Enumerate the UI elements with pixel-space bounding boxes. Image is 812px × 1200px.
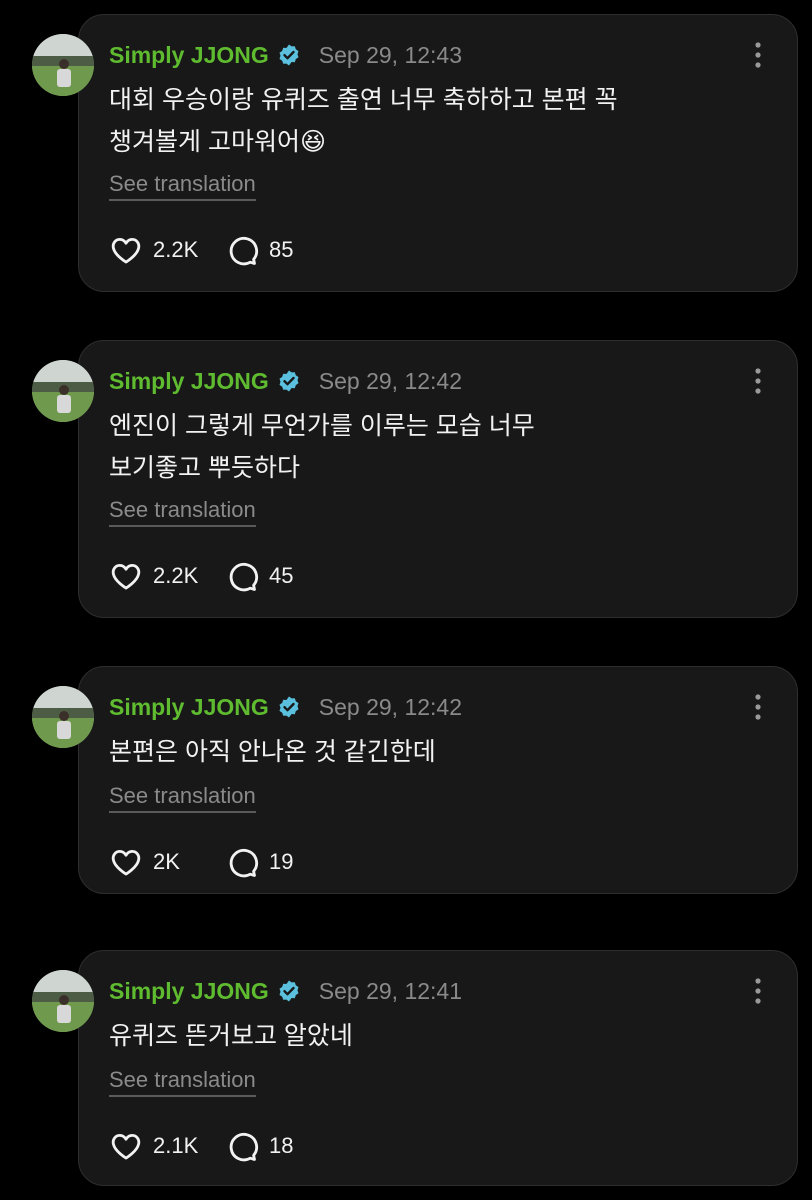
comment-bubble-icon [229, 562, 259, 592]
post-header: Simply JJONG Sep 29, 12:42 [109, 365, 462, 397]
verified-badge-icon [277, 979, 301, 1003]
post-header: Simply JJONG Sep 29, 12:42 [109, 691, 462, 723]
post-header: Simply JJONG Sep 29, 12:41 [109, 975, 462, 1007]
like-count: 2K [153, 849, 180, 874]
post: Simply JJONG Sep 29, 12:42 엔진이 그렇게 무언가를 … [0, 340, 812, 618]
comment-bubble-icon [229, 236, 259, 266]
reply-count: 85 [269, 237, 294, 262]
post-text: 본편은 아직 안나온 것 같긴한데 [109, 738, 436, 766]
post-actions: 2.2K 85 [109, 233, 293, 267]
post-text: 대회 우승이랑 유퀴즈 출연 너무 축하하고 본편 꼭 챙겨볼게 고마워어😆 [109, 86, 618, 156]
heart-icon [111, 237, 141, 264]
verified-badge-icon [277, 695, 301, 719]
reply-count: 45 [269, 563, 294, 588]
reply-button[interactable]: 18 [225, 1129, 293, 1163]
heart-icon [111, 1133, 141, 1160]
reply-count: 19 [269, 849, 294, 874]
heart-icon [111, 563, 141, 590]
author-name[interactable]: Simply JJONG [109, 368, 269, 395]
post-timestamp: Sep 29, 12:42 [318, 693, 463, 720]
reply-count: 18 [269, 1133, 294, 1158]
post-text: 유퀴즈 뜬거보고 알았네 [109, 1022, 353, 1050]
reply-button[interactable]: 45 [225, 559, 293, 593]
post-card[interactable]: Simply JJONG Sep 29, 12:42 본편은 아직 안나온 것 … [78, 666, 798, 894]
like-button[interactable]: 2.2K [109, 233, 205, 267]
post: Simply JJONG Sep 29, 12:41 유퀴즈 뜬거보고 알았네 … [0, 950, 812, 1186]
post-card[interactable]: Simply JJONG Sep 29, 12:41 유퀴즈 뜬거보고 알았네 … [78, 950, 798, 1186]
author-name[interactable]: Simply JJONG [109, 694, 269, 721]
post-card[interactable]: Simply JJONG Sep 29, 12:43 대회 우승이랑 유퀴즈 출… [78, 14, 798, 292]
post-actions: 2K 19 [109, 845, 293, 879]
like-button[interactable]: 2K [109, 845, 205, 879]
like-count: 2.1K [153, 1133, 199, 1158]
author-avatar[interactable] [32, 686, 94, 748]
like-count: 2.2K [153, 563, 199, 588]
post-timestamp: Sep 29, 12:43 [318, 41, 463, 68]
post: Simply JJONG Sep 29, 12:43 대회 우승이랑 유퀴즈 출… [0, 14, 812, 292]
more-options-icon[interactable] [753, 41, 763, 69]
post-card[interactable]: Simply JJONG Sep 29, 12:42 엔진이 그렇게 무언가를 … [78, 340, 798, 618]
reply-button[interactable]: 85 [225, 233, 293, 267]
post-actions: 2.2K 45 [109, 559, 293, 593]
post-header: Simply JJONG Sep 29, 12:43 [109, 39, 462, 71]
comment-bubble-icon [229, 848, 259, 878]
more-options-icon[interactable] [753, 977, 763, 1005]
author-avatar[interactable] [32, 970, 94, 1032]
post-actions: 2.1K 18 [109, 1129, 293, 1163]
verified-badge-icon [277, 43, 301, 67]
heart-icon [111, 849, 141, 876]
post-text: 엔진이 그렇게 무언가를 이루는 모습 너무 보기좋고 뿌듯하다 [109, 412, 535, 482]
author-name[interactable]: Simply JJONG [109, 978, 269, 1005]
see-translation-link[interactable]: See translation [109, 783, 256, 813]
post: Simply JJONG Sep 29, 12:42 본편은 아직 안나온 것 … [0, 666, 812, 894]
more-options-icon[interactable] [753, 367, 763, 395]
verified-badge-icon [277, 369, 301, 393]
see-translation-link[interactable]: See translation [109, 497, 256, 527]
more-options-icon[interactable] [753, 693, 763, 721]
comment-bubble-icon [229, 1132, 259, 1162]
author-avatar[interactable] [32, 34, 94, 96]
author-avatar[interactable] [32, 360, 94, 422]
like-count: 2.2K [153, 237, 199, 262]
like-button[interactable]: 2.1K [109, 1129, 205, 1163]
post-timestamp: Sep 29, 12:41 [318, 977, 463, 1004]
see-translation-link[interactable]: See translation [109, 1067, 256, 1097]
see-translation-link[interactable]: See translation [109, 171, 256, 201]
like-button[interactable]: 2.2K [109, 559, 205, 593]
post-timestamp: Sep 29, 12:42 [318, 367, 463, 394]
author-name[interactable]: Simply JJONG [109, 42, 269, 69]
reply-button[interactable]: 19 [225, 845, 293, 879]
